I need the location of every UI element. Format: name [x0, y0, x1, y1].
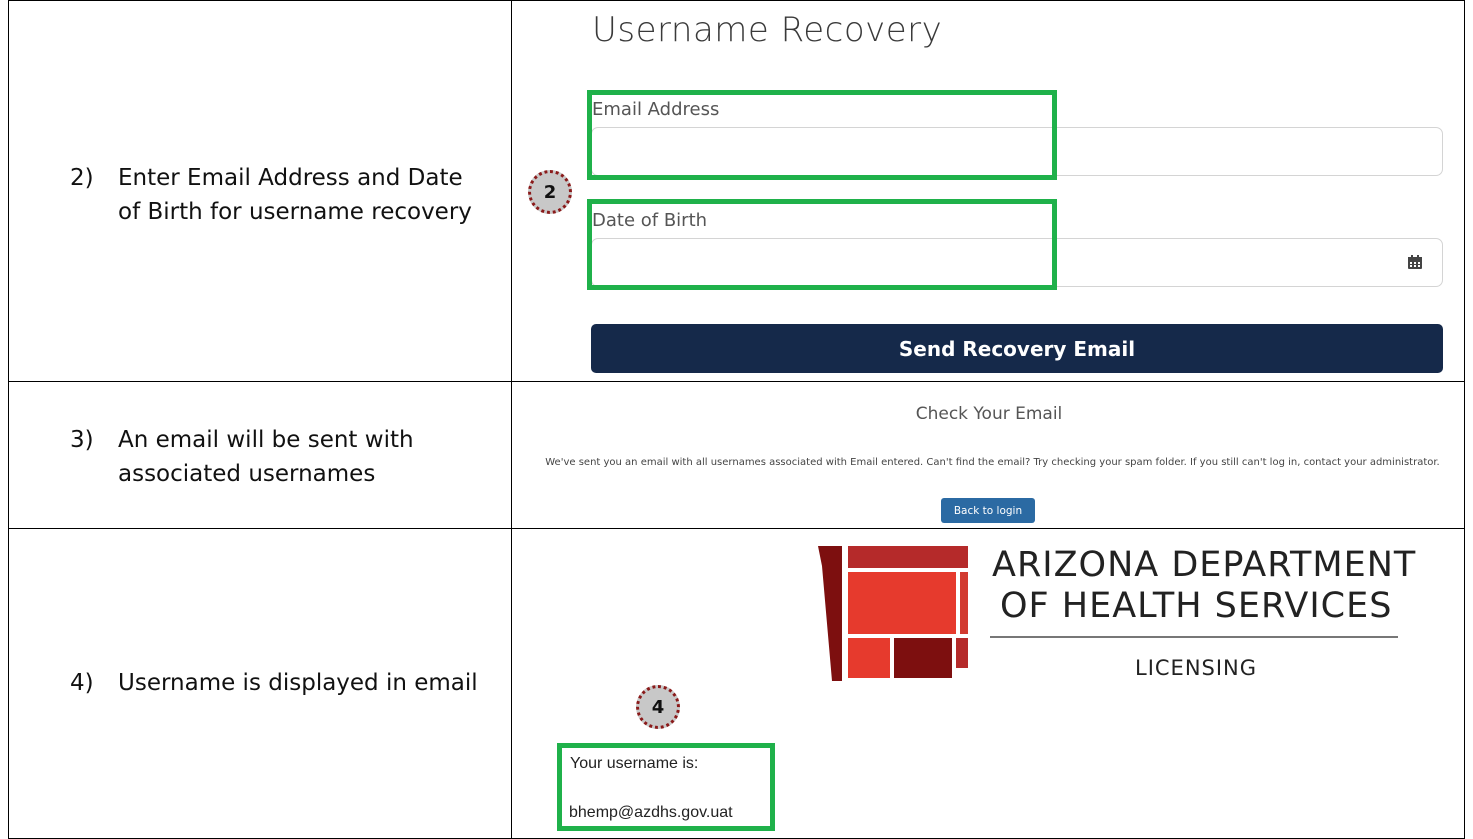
step-2-text: 2) Enter Email Address and Date of Birth …: [70, 161, 472, 229]
table-row-divider-2: [8, 528, 1465, 529]
step-line: of Birth for username recovery: [118, 199, 472, 225]
check-email-title: Check Your Email: [915, 404, 1063, 424]
step-4-text: 4) Username is displayed in email: [70, 666, 478, 700]
username-label: Your username is:: [570, 755, 699, 772]
step-line: Enter Email Address and Date: [118, 165, 463, 191]
calendar-icon[interactable]: [1407, 254, 1423, 270]
email-highlight-box: [587, 90, 1057, 180]
step-line: associated usernames: [118, 461, 376, 487]
step-marker-4: 4: [636, 685, 680, 729]
logo-line-1: ARIZONA DEPARTMENT: [992, 545, 1417, 585]
table-border-top: [8, 0, 1465, 1]
step-number: 2): [70, 165, 94, 191]
step-number: 4): [70, 670, 94, 696]
step-3-text: 3) An email will be sent with associated …: [70, 423, 414, 491]
step-marker-2: 2: [528, 170, 572, 214]
dob-highlight-box: [587, 199, 1057, 290]
logo-line-2: OF HEALTH SERVICES: [1000, 586, 1393, 626]
send-recovery-email-button[interactable]: Send Recovery Email: [591, 324, 1443, 373]
logo-line-3: LICENSING: [1135, 656, 1258, 680]
username-value: bhemp@azdhs.gov.uat: [569, 804, 733, 821]
adhs-logo-icon: [818, 546, 968, 681]
table-border-left: [8, 0, 9, 839]
table-row-divider-1: [8, 381, 1465, 382]
page-title: Username Recovery: [592, 10, 943, 50]
step-line: Username is displayed in email: [118, 670, 478, 696]
step-number: 3): [70, 427, 94, 453]
step-line: An email will be sent with: [118, 427, 414, 453]
back-to-login-button[interactable]: Back to login: [941, 498, 1035, 523]
check-email-message: We've sent you an email with all usernam…: [545, 457, 1440, 468]
logo-divider: [990, 636, 1398, 638]
